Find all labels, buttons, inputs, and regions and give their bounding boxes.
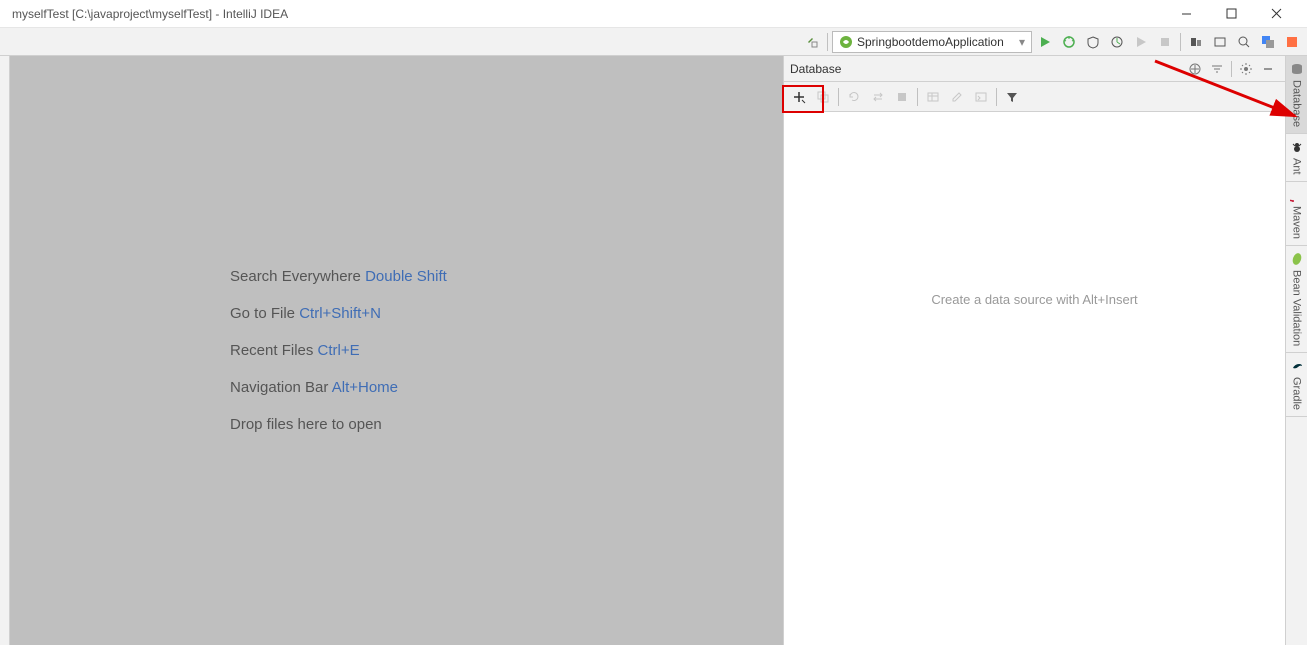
database-icon [1290,62,1304,76]
db-filter-button[interactable] [1001,86,1023,108]
db-settings-icon[interactable] [1235,58,1257,80]
stop-button[interactable] [1154,31,1176,53]
spring-icon [839,35,853,49]
hint-nav-bar: Navigation Bar Alt+Home [230,379,398,396]
db-filter-icon[interactable] [1206,58,1228,80]
tab-gradle[interactable]: Gradle [1286,353,1307,417]
database-panel-title: Database [790,62,1184,76]
db-table-button[interactable] [922,86,944,108]
maximize-button[interactable] [1209,0,1254,28]
translate-icon[interactable] [1257,31,1279,53]
db-stop-button[interactable] [891,86,913,108]
hint-recent-files: Recent Files Ctrl+E [230,342,360,359]
tab-ant[interactable]: Ant [1286,134,1307,182]
coverage-button[interactable] [1082,31,1104,53]
chevron-down-icon: ▾ [1019,35,1025,49]
profile-button[interactable] [1106,31,1128,53]
minimize-button[interactable] [1164,0,1209,28]
svg-text:m: m [1290,199,1297,202]
close-button[interactable] [1254,0,1299,28]
tab-database[interactable]: Database [1286,56,1307,134]
screen-button[interactable] [1209,31,1231,53]
database-header: Database [784,56,1285,82]
db-add-button[interactable] [788,86,810,108]
database-toolbar [784,82,1285,112]
build-icon[interactable] [801,31,823,53]
db-assign-icon[interactable] [1184,58,1206,80]
db-console-button[interactable] [970,86,992,108]
plugin-icon[interactable] [1281,31,1303,53]
debug-button[interactable] [1058,31,1080,53]
hint-goto-file: Go to File Ctrl+Shift+N [230,305,381,322]
attach-button[interactable] [1130,31,1152,53]
window-titlebar: myselfTest [C:\javaproject\myselfTest] -… [0,0,1307,28]
database-empty-hint: Create a data source with Alt+Insert [931,292,1137,307]
hint-search-everywhere: Search Everywhere Double Shift [230,268,447,285]
bean-icon [1290,252,1304,266]
ant-icon [1290,140,1304,154]
db-duplicate-button[interactable] [812,86,834,108]
gradle-icon [1290,359,1304,373]
editor-empty-state: Search Everywhere Double Shift Go to Fil… [10,56,783,645]
db-refresh-button[interactable] [843,86,865,108]
db-edit-button[interactable] [946,86,968,108]
search-icon[interactable] [1233,31,1255,53]
run-button[interactable] [1034,31,1056,53]
vcs-button[interactable] [1185,31,1207,53]
hint-drop-files: Drop files here to open [230,416,382,433]
right-tool-tabs: Database Ant m Maven Bean Validation Gra… [1285,56,1307,645]
window-title: myselfTest [C:\javaproject\myselfTest] -… [8,7,1164,21]
db-minimize-icon[interactable] [1257,58,1279,80]
database-tool-window: Database Create a data source with Alt+I… [783,56,1285,645]
left-gutter[interactable] [0,56,10,645]
tab-bean-validation[interactable]: Bean Validation [1286,246,1307,353]
tab-maven[interactable]: m Maven [1286,182,1307,246]
run-config-label: SpringbootdemoApplication [857,35,1004,49]
maven-icon: m [1290,188,1304,202]
run-configuration-dropdown[interactable]: SpringbootdemoApplication ▾ [832,31,1032,53]
main-toolbar: SpringbootdemoApplication ▾ [0,28,1307,56]
db-sync-button[interactable] [867,86,889,108]
